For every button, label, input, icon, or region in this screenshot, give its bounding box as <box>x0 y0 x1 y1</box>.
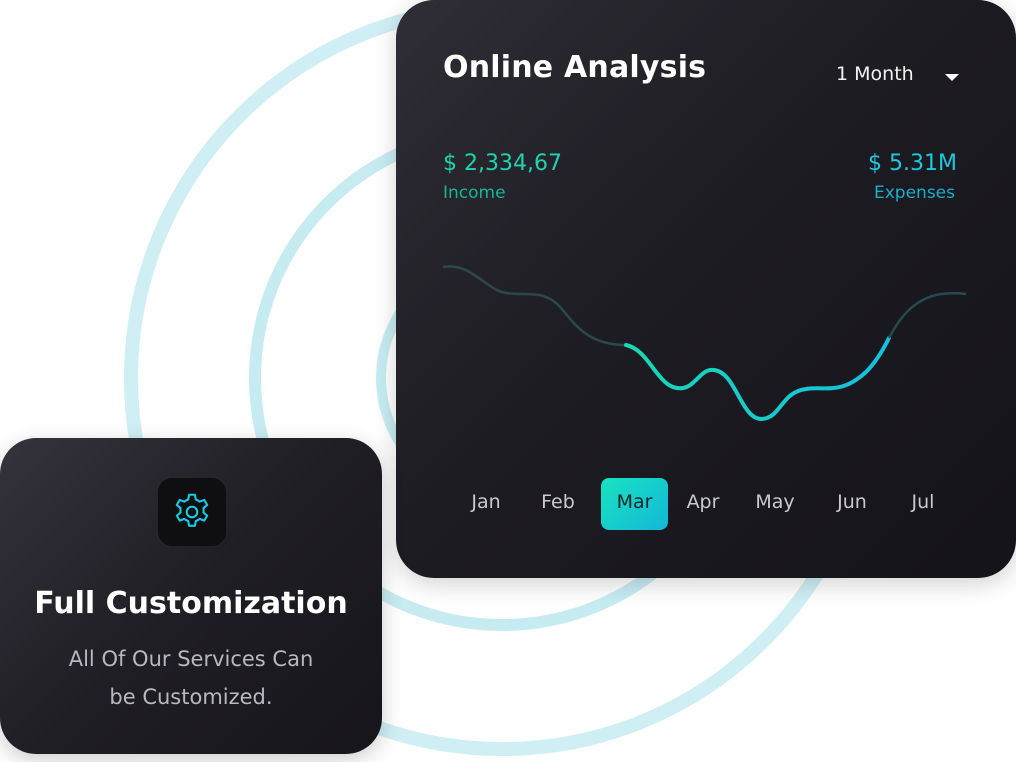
customization-description: All Of Our Services Can be Customized. <box>30 640 352 716</box>
trend-line-faded-left <box>442 265 627 347</box>
gear-icon <box>175 493 209 527</box>
online-analysis-card: Online Analysis 1 Month $ 2,334,67 Incom… <box>396 0 1016 578</box>
trend-line-faded-right <box>887 292 967 339</box>
month-jun[interactable]: Jun <box>827 478 877 530</box>
description-line-2: be Customized. <box>109 685 273 709</box>
month-jan[interactable]: Jan <box>461 478 511 530</box>
month-feb[interactable]: Feb <box>533 478 583 530</box>
month-jul[interactable]: Jul <box>899 478 947 530</box>
customization-title: Full Customization <box>34 586 348 621</box>
description-line-1: All Of Our Services Can <box>68 647 314 671</box>
full-customization-card: Full Customization All Of Our Services C… <box>0 438 382 754</box>
month-apr[interactable]: Apr <box>679 478 727 530</box>
month-selector: Jan Feb Mar Apr May Jun Jul <box>396 478 1016 530</box>
trend-line-highlight <box>624 336 891 422</box>
gear-icon-tile <box>158 478 226 546</box>
month-mar[interactable]: Mar <box>601 478 668 530</box>
month-may[interactable]: May <box>748 478 802 530</box>
